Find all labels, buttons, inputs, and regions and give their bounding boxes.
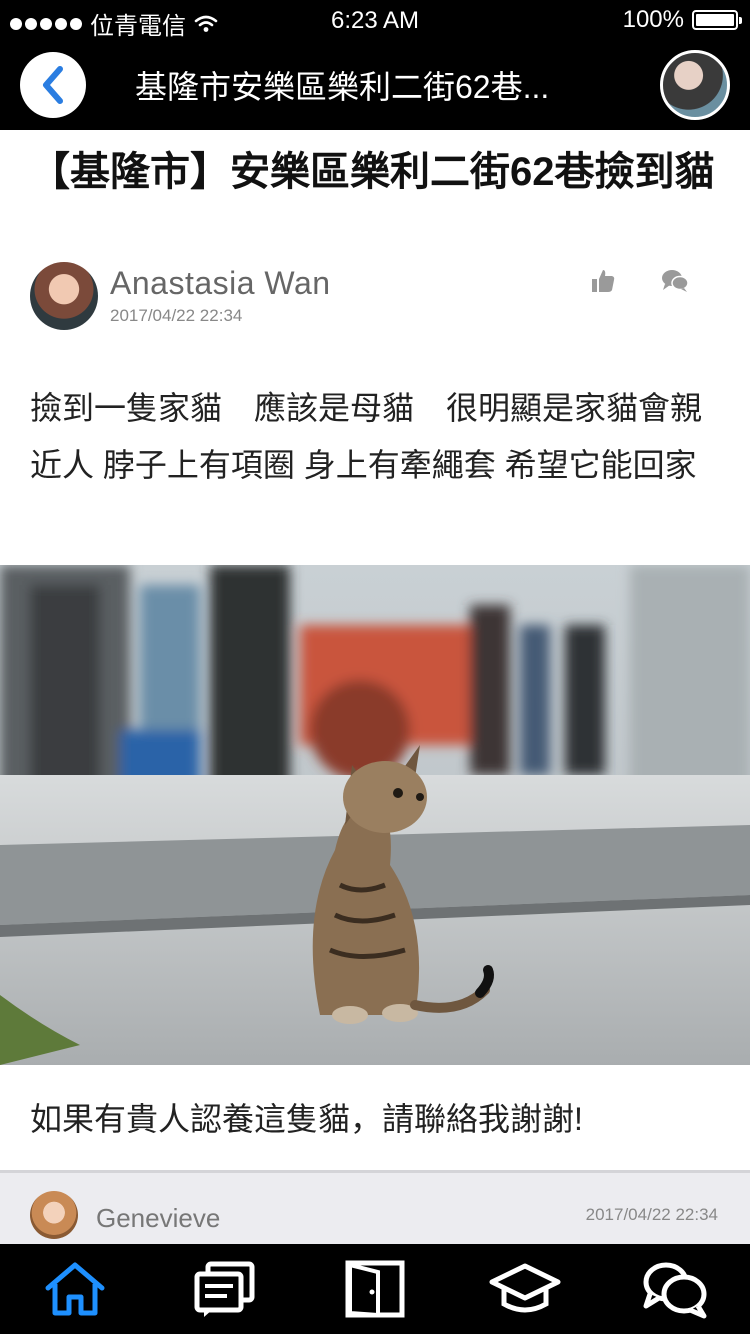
tab-chat[interactable] <box>635 1254 715 1324</box>
author-name[interactable]: Anastasia Wan <box>110 265 331 302</box>
author-avatar[interactable] <box>30 262 98 330</box>
battery-icon <box>692 10 742 30</box>
door-icon <box>345 1260 405 1318</box>
school-icon <box>489 1263 561 1313</box>
tab-posts[interactable] <box>185 1254 265 1324</box>
cat-photo-illustration <box>0 565 750 1065</box>
article-title: 【基隆市】安樂區樂利二街62巷撿到貓 <box>30 150 715 194</box>
chevron-left-icon <box>43 66 63 104</box>
post-date: 2017/04/22 22:34 <box>110 306 243 325</box>
chat-icon <box>643 1262 707 1319</box>
posts-icon <box>194 1261 255 1317</box>
cat-photo[interactable] <box>0 565 750 1065</box>
battery-percent: 100% <box>622 6 684 33</box>
home-icon <box>45 1262 105 1316</box>
tab-door[interactable] <box>335 1254 415 1324</box>
comment-date: 2017/04/22 22:34 <box>585 1205 718 1224</box>
tab-school[interactable] <box>485 1254 565 1324</box>
status-right: 100% <box>622 6 742 34</box>
status-bar: 位青電信 6:23 AM 100% <box>0 0 750 40</box>
back-button[interactable] <box>20 52 86 118</box>
tab-bar <box>0 1244 750 1334</box>
comment-icon[interactable] <box>660 268 690 294</box>
nav-title: 基隆市安樂區樂利二街62巷... <box>135 69 550 105</box>
article-body: 撿到一隻家貓 應該是母貓 很明顯是家貓會親近人 脖子上有項圈 身上有牽繩套 希望… <box>30 390 703 483</box>
commenter-name[interactable]: Genevieve <box>96 1203 220 1234</box>
user-avatar[interactable] <box>660 50 730 120</box>
comment-preview[interactable]: Genevieve 2017/04/22 22:34 <box>0 1170 750 1246</box>
thumbs-up-icon[interactable] <box>590 268 616 294</box>
commenter-avatar[interactable] <box>30 1191 78 1239</box>
nav-bar: 基隆市安樂區樂利二街62巷... <box>0 40 750 130</box>
article-closing: 如果有貴人認養這隻貓，請聯絡我謝謝! <box>30 1101 583 1137</box>
tab-home[interactable] <box>35 1254 115 1324</box>
